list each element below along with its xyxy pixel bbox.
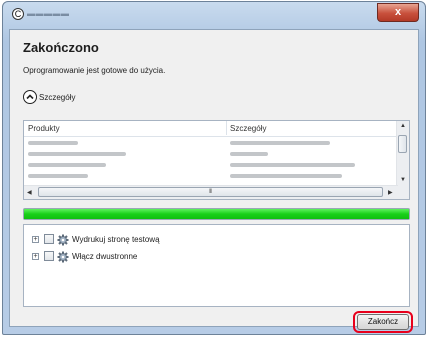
- option-label[interactable]: Włącz dwustronne: [72, 252, 137, 261]
- progress-fill: [24, 209, 409, 219]
- scroll-down-arrow-icon[interactable]: ▼: [400, 177, 406, 183]
- vertical-scroll-thumb[interactable]: [398, 135, 407, 153]
- obscured-text: [230, 152, 268, 156]
- vertical-scrollbar[interactable]: ▲ ▼: [396, 121, 409, 187]
- chevron-up-circle-icon: [23, 90, 37, 104]
- obscured-text: [28, 163, 106, 167]
- app-icon: C: [12, 8, 24, 20]
- column-header-details[interactable]: Szczegóły: [230, 124, 266, 133]
- expand-icon[interactable]: +: [32, 253, 39, 260]
- scroll-up-arrow-icon[interactable]: ▲: [400, 123, 406, 129]
- window-title-blurred: ▬▬▬▬▬: [27, 9, 70, 18]
- finish-button[interactable]: Zakończ: [357, 314, 409, 330]
- expand-icon[interactable]: +: [32, 236, 39, 243]
- scroll-right-arrow-icon[interactable]: ▶: [388, 189, 393, 196]
- table-row[interactable]: [24, 149, 398, 160]
- scrollbar-corner: [397, 186, 409, 199]
- print-test-page-checkbox[interactable]: [44, 234, 54, 244]
- column-separator[interactable]: [226, 121, 227, 135]
- table-header: Produkty Szczegóły: [24, 121, 398, 137]
- obscured-text: [28, 174, 88, 178]
- table-row[interactable]: [24, 171, 398, 182]
- page-title: Zakończono: [23, 40, 99, 55]
- gear-icon: [57, 250, 69, 268]
- title-bar: C ▬▬▬▬▬ x: [3, 2, 425, 28]
- horizontal-scroll-thumb[interactable]: III: [38, 187, 383, 197]
- obscured-text: [230, 141, 330, 145]
- scroll-grip-icon: III: [209, 189, 212, 195]
- obscured-text: [230, 163, 355, 167]
- install-progress-bar: [23, 208, 410, 220]
- obscured-text: [230, 174, 342, 178]
- gear-icon: [57, 233, 69, 251]
- obscured-text: [28, 152, 126, 156]
- status-message: Oprogramowanie jest gotowe do użycia.: [23, 66, 166, 75]
- scroll-left-arrow-icon[interactable]: ◀: [27, 189, 32, 196]
- close-button[interactable]: x: [377, 3, 419, 22]
- column-header-products[interactable]: Produkty: [28, 124, 60, 133]
- enable-duplex-checkbox[interactable]: [44, 251, 54, 261]
- details-label: Szczegóły: [39, 93, 76, 102]
- obscured-text: [28, 141, 78, 145]
- dialog-body: Zakończono Oprogramowanie jest gotowe do…: [9, 29, 419, 333]
- products-table: Produkty Szczegóły ▲ ▼ ◀ III ▶: [23, 120, 410, 200]
- options-tree: + Wydrukuj stronę testową + Włącz dwustr…: [23, 224, 410, 307]
- installer-window: C ▬▬▬▬▬ x Zakończono Oprogramowanie jest…: [2, 1, 426, 335]
- table-row[interactable]: [24, 138, 398, 149]
- table-row[interactable]: [24, 160, 398, 171]
- horizontal-scrollbar[interactable]: ◀ III ▶: [24, 185, 398, 199]
- option-label[interactable]: Wydrukuj stronę testową: [72, 235, 160, 244]
